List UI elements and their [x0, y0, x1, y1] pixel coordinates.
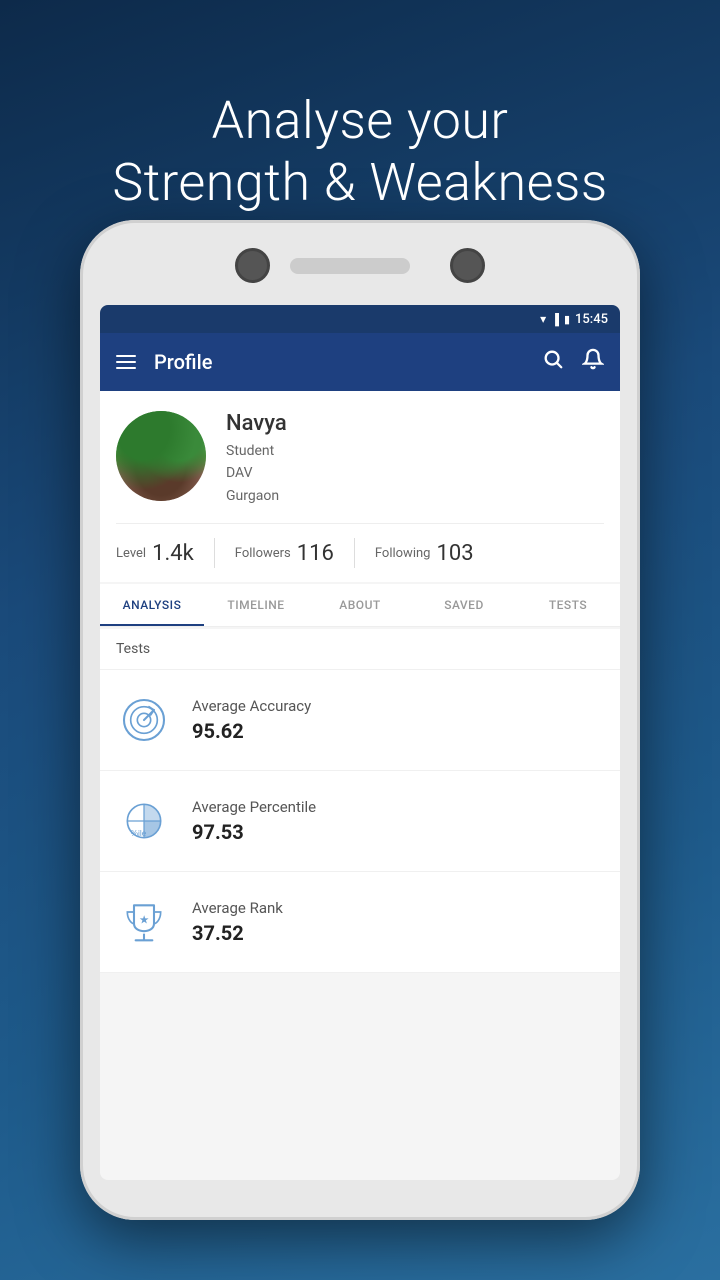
app-title: Profile: [154, 350, 530, 374]
rank-value: 37.52: [192, 921, 604, 945]
tab-about[interactable]: ABOUT: [308, 584, 412, 626]
tab-tests[interactable]: TESTS: [516, 584, 620, 626]
profile-stats: Level 1.4k Followers 116 Following 103: [116, 523, 604, 568]
level-stat: Level 1.4k: [116, 541, 194, 566]
trophy-icon: ★: [116, 894, 172, 950]
tab-timeline[interactable]: TIMELINE: [204, 584, 308, 626]
profile-role: Student: [226, 440, 604, 462]
percentile-info: Average Percentile 97.53: [192, 798, 604, 844]
status-bar: ▾ ▐ ▮ 15:45: [100, 305, 620, 333]
percentile-label: Average Percentile: [192, 798, 604, 816]
percentile-row: %ile Average Percentile 97.53: [100, 771, 620, 872]
phone-speaker: [290, 258, 410, 274]
svg-text:★: ★: [139, 914, 149, 927]
avatar: [116, 411, 206, 501]
search-icon[interactable]: [542, 348, 564, 376]
profile-institution: DAV: [226, 462, 604, 484]
percentile-icon: %ile: [116, 793, 172, 849]
wifi-icon: ▾: [540, 312, 546, 326]
profile-info: Navya Student DAV Gurgaon: [226, 411, 604, 507]
accuracy-value: 95.62: [192, 719, 604, 743]
percentile-value: 97.53: [192, 820, 604, 844]
tagline-line1: Analyse your: [0, 90, 720, 152]
tab-analysis[interactable]: ANALYSIS: [100, 584, 204, 626]
phone-body: ▾ ▐ ▮ 15:45 Profile: [80, 220, 640, 1220]
bell-icon[interactable]: [582, 348, 604, 376]
rank-label: Average Rank: [192, 899, 604, 917]
target-icon: [116, 692, 172, 748]
phone-screen: ▾ ▐ ▮ 15:45 Profile: [100, 305, 620, 1180]
following-value: 103: [436, 541, 473, 566]
followers-label: Followers: [235, 546, 291, 561]
tabs: ANALYSIS TIMELINE ABOUT SAVED TESTS: [100, 584, 620, 627]
stat-divider-2: [354, 538, 355, 568]
followers-stat: Followers 116: [235, 541, 334, 566]
status-icons: ▾ ▐ ▮ 15:45: [540, 312, 608, 327]
tagline-line2: Strength & Weakness: [0, 152, 720, 214]
analysis-content: Tests: [100, 629, 620, 973]
accuracy-info: Average Accuracy 95.62: [192, 697, 604, 743]
profile-top: Navya Student DAV Gurgaon: [116, 411, 604, 507]
following-stat: Following 103: [375, 541, 474, 566]
signal-icon: ▐: [551, 313, 559, 326]
level-value: 1.4k: [152, 541, 194, 566]
profile-section: Navya Student DAV Gurgaon Level 1.4k: [100, 391, 620, 582]
menu-icon[interactable]: [116, 355, 136, 369]
phone-mockup: ▾ ▐ ▮ 15:45 Profile: [80, 220, 640, 1220]
rank-info: Average Rank 37.52: [192, 899, 604, 945]
battery-icon: ▮: [564, 313, 570, 326]
level-label: Level: [116, 546, 146, 561]
accuracy-label: Average Accuracy: [192, 697, 604, 715]
following-label: Following: [375, 546, 431, 561]
svg-text:%ile: %ile: [131, 828, 147, 838]
tab-saved[interactable]: SAVED: [412, 584, 516, 626]
stat-divider-1: [214, 538, 215, 568]
followers-value: 116: [297, 541, 334, 566]
profile-name: Navya: [226, 411, 604, 436]
rank-row: ★ Average Rank 37.52: [100, 872, 620, 973]
app-bar-actions: [542, 348, 604, 376]
section-header-tests: Tests: [100, 629, 620, 670]
tagline: Analyse your Strength & Weakness: [0, 90, 720, 215]
app-bar: Profile: [100, 333, 620, 391]
accuracy-row: Average Accuracy 95.62: [100, 670, 620, 771]
status-time: 15:45: [575, 312, 608, 327]
phone-camera-right: [450, 248, 485, 283]
phone-camera-left: [235, 248, 270, 283]
profile-location: Gurgaon: [226, 485, 604, 507]
